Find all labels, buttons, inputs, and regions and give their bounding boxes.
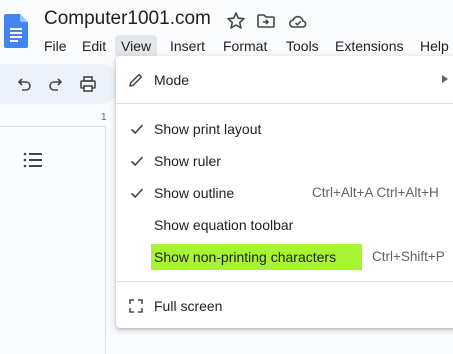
cloud-saved-icon[interactable] <box>288 11 308 31</box>
menu-extensions[interactable]: Extensions <box>329 35 409 57</box>
menu-item-label: Show equation toolbar <box>154 217 294 233</box>
document-title[interactable]: Computer1001.com <box>44 8 211 30</box>
view-menu-item-show-equation-toolbar[interactable]: Show equation toolbar <box>116 210 453 240</box>
menu-item-label: Show print layout <box>154 121 262 137</box>
menu-item-label: Full screen <box>154 298 223 314</box>
view-menu-item-full-screen[interactable]: Full screen <box>116 291 453 321</box>
menu-separator <box>116 281 453 282</box>
redo-icon[interactable] <box>46 74 66 94</box>
menu-format[interactable]: Format <box>217 35 273 57</box>
menu-view[interactable]: View <box>115 35 158 57</box>
undo-icon[interactable] <box>14 74 34 94</box>
view-menu-item-show-print-layout[interactable]: Show print layout <box>116 114 453 144</box>
move-folder-icon[interactable] <box>256 11 276 31</box>
view-menu-item-show-ruler[interactable]: Show ruler <box>116 146 453 176</box>
document-outline-icon[interactable] <box>23 151 43 169</box>
print-icon[interactable] <box>78 74 98 94</box>
menu-item-shortcut: Ctrl+Shift+P <box>372 249 445 264</box>
menu-bar: File Edit View Insert Format Tools Exten… <box>0 33 453 57</box>
star-icon[interactable] <box>226 11 246 31</box>
submenu-arrow-icon <box>442 75 448 83</box>
pencil-icon <box>129 73 143 87</box>
menu-insert[interactable]: Insert <box>164 35 211 57</box>
view-menu-item-show-outline[interactable]: Show outline Ctrl+Alt+A Ctrl+Alt+H <box>116 178 453 208</box>
menu-separator <box>116 103 453 104</box>
checkmark-icon <box>130 188 144 199</box>
menu-item-label: Mode <box>154 72 190 88</box>
menu-item-label: Show non-printing characters <box>154 249 337 265</box>
menu-help[interactable]: Help <box>414 35 453 57</box>
menu-edit[interactable]: Edit <box>76 35 112 57</box>
menu-file[interactable]: File <box>38 35 73 57</box>
view-menu-item-mode[interactable]: Mode <box>116 65 453 95</box>
page-edge <box>105 126 106 354</box>
checkmark-icon <box>130 156 144 167</box>
page-margin-area <box>0 112 105 354</box>
checkmark-icon <box>130 124 144 135</box>
menu-tools[interactable]: Tools <box>280 35 325 57</box>
menu-item-label: Show outline <box>154 185 235 201</box>
view-menu-dropdown: Mode Show print layout Show ruler Show o… <box>116 56 453 328</box>
menu-item-label: Show ruler <box>154 153 221 169</box>
ruler-mark: 1 <box>101 112 107 123</box>
view-menu-item-show-non-printing-characters[interactable]: Show non-printing characters Ctrl+Shift+… <box>116 242 453 272</box>
fullscreen-icon <box>129 299 143 313</box>
menu-item-shortcut: Ctrl+Alt+A Ctrl+Alt+H <box>312 185 439 200</box>
ruler-divider <box>0 126 105 127</box>
